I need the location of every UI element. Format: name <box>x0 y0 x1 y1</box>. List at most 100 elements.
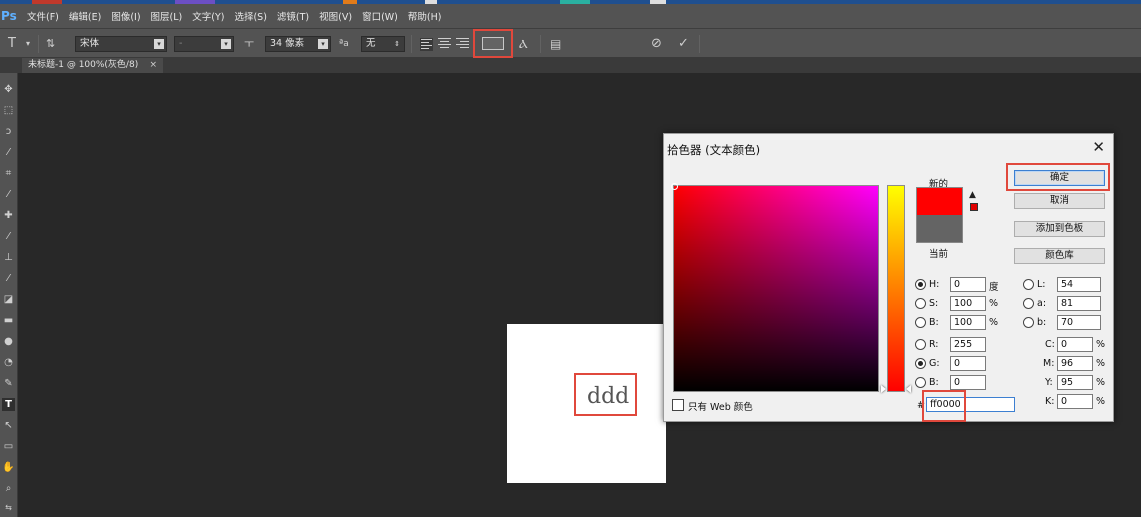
menu-filter[interactable]: 滤镜(T) <box>272 9 314 23</box>
hand-tool-icon[interactable]: ✋ <box>2 461 15 474</box>
hue-slider-handle-icon[interactable] <box>881 385 886 393</box>
eyedropper-tool-icon[interactable]: ⁄ <box>2 188 15 201</box>
out-of-gamut-warning-icon[interactable]: ▲ <box>969 191 979 200</box>
brightness-unit: % <box>989 317 999 328</box>
font-size-value: 34 像素 <box>270 38 305 49</box>
font-family-select[interactable]: 宋体 ▾ <box>75 36 167 52</box>
align-center-icon[interactable] <box>438 38 451 51</box>
radio-b[interactable] <box>1023 317 1034 328</box>
a-label: a: <box>1037 298 1047 309</box>
close-icon[interactable]: ✕ <box>1092 139 1105 155</box>
quick-select-tool-icon[interactable]: ⁄ <box>2 146 15 159</box>
menu-image[interactable]: 图像(I) <box>106 9 145 23</box>
lightness-field[interactable]: 54 <box>1057 277 1101 292</box>
menu-view[interactable]: 视图(V) <box>314 9 357 23</box>
color-marker[interactable] <box>671 183 678 190</box>
divider <box>699 35 700 53</box>
radio-green[interactable] <box>915 358 926 369</box>
orientation-toggle-icon[interactable]: ⇅ <box>46 36 55 52</box>
hue-field[interactable]: 0 <box>950 277 986 292</box>
rectangle-tool-icon[interactable]: ▭ <box>2 440 15 453</box>
font-style-select[interactable]: - ▾ <box>174 36 234 52</box>
black-label: K: <box>1045 396 1055 407</box>
font-size-select[interactable]: 34 像素 ▾ <box>265 36 331 52</box>
radio-a[interactable] <box>1023 298 1034 309</box>
eraser-tool-icon[interactable]: ◪ <box>2 293 15 306</box>
document-tab[interactable]: 未标题-1 @ 100%(灰色/8) × <box>22 58 163 73</box>
highlight-box <box>574 373 637 416</box>
highlight-box <box>473 29 513 58</box>
photoshop-logo: Ps <box>1 9 17 23</box>
black-field[interactable]: 0 <box>1057 394 1093 409</box>
antialias-value: 无 <box>366 38 376 49</box>
color-libraries-button[interactable]: 颜色库 <box>1014 248 1105 264</box>
b-field[interactable]: 70 <box>1057 315 1101 330</box>
align-right-icon[interactable] <box>456 38 469 51</box>
yellow-field[interactable]: 95 <box>1057 375 1093 390</box>
cancel-icon[interactable]: ⊘ <box>651 36 662 52</box>
a-field[interactable]: 81 <box>1057 296 1101 311</box>
swap-colors-icon[interactable]: ⇆ <box>2 501 15 514</box>
marquee-tool-icon[interactable]: ⬚ <box>2 104 15 117</box>
move-tool-icon[interactable]: ✥ <box>2 83 15 96</box>
brush-tool-icon[interactable]: ⁄ <box>2 230 15 243</box>
align-left-icon[interactable] <box>420 38 433 51</box>
history-brush-tool-icon[interactable]: ⁄ <box>2 272 15 285</box>
hue-slider-handle-icon[interactable] <box>906 385 911 393</box>
path-select-tool-icon[interactable]: ↖ <box>2 419 15 432</box>
blue-label: B: <box>929 377 939 388</box>
green-field[interactable]: 0 <box>950 356 986 371</box>
radio-saturation[interactable] <box>915 298 926 309</box>
tool-preset-chevron-icon[interactable]: ▾ <box>26 36 30 52</box>
menu-select[interactable]: 选择(S) <box>229 9 271 23</box>
hue-slider[interactable] <box>887 185 905 392</box>
radio-lightness[interactable] <box>1023 279 1034 290</box>
close-icon[interactable]: × <box>149 58 157 73</box>
saturation-unit: % <box>989 298 999 309</box>
cancel-button[interactable]: 取消 <box>1014 193 1105 209</box>
radio-red[interactable] <box>915 339 926 350</box>
type-tool-icon[interactable]: T <box>2 398 15 411</box>
radio-blue[interactable] <box>915 377 926 388</box>
web-colors-only-checkbox[interactable] <box>672 399 684 411</box>
menu-help[interactable]: 帮助(H) <box>403 9 447 23</box>
cyan-label: C: <box>1045 339 1055 350</box>
chevron-down-icon: ▾ <box>318 39 328 49</box>
document-canvas[interactable]: ddd <box>507 324 666 483</box>
commit-check-icon[interactable]: ✓ <box>678 36 689 52</box>
lasso-tool-icon[interactable]: ↄ <box>2 125 15 138</box>
menu-window[interactable]: 窗口(W) <box>357 9 403 23</box>
current-color-swatch[interactable] <box>916 215 963 243</box>
pen-tool-icon[interactable]: ✎ <box>2 377 15 390</box>
hue-label: H: <box>929 279 940 290</box>
red-label: R: <box>929 339 939 350</box>
saturation-field[interactable]: 100 <box>950 296 986 311</box>
menu-layer[interactable]: 图层(L) <box>146 9 188 23</box>
gradient-tool-icon[interactable]: ▬ <box>2 314 15 327</box>
add-to-swatches-button[interactable]: 添加到色板 <box>1014 221 1105 237</box>
menu-file[interactable]: 文件(F) <box>22 9 64 23</box>
blue-field[interactable]: 0 <box>950 375 986 390</box>
dodge-tool-icon[interactable]: ◔ <box>2 356 15 369</box>
magenta-field[interactable]: 96 <box>1057 356 1093 371</box>
red-field[interactable]: 255 <box>950 337 986 352</box>
clone-stamp-tool-icon[interactable]: ⊥ <box>2 251 15 264</box>
gamut-correction-swatch[interactable] <box>970 203 978 211</box>
yellow-label: Y: <box>1045 377 1053 388</box>
healing-brush-tool-icon[interactable]: ✚ <box>2 209 15 222</box>
cyan-field[interactable]: 0 <box>1057 337 1093 352</box>
radio-brightness[interactable] <box>915 317 926 328</box>
blur-tool-icon[interactable]: ● <box>2 335 15 348</box>
saturation-brightness-field[interactable] <box>671 183 879 392</box>
warp-text-icon[interactable]: Ⲁ <box>519 36 528 52</box>
antialias-icon: ªa <box>339 39 349 49</box>
brightness-field[interactable]: 100 <box>950 315 986 330</box>
type-tool-icon[interactable]: T <box>8 36 16 52</box>
menu-type[interactable]: 文字(Y) <box>187 9 229 23</box>
radio-hue[interactable] <box>915 279 926 290</box>
antialias-select[interactable]: 无 ⇕ <box>361 36 405 52</box>
menu-edit[interactable]: 编辑(E) <box>64 9 106 23</box>
crop-tool-icon[interactable]: ⌗ <box>2 167 15 180</box>
character-panel-icon[interactable]: ▤ <box>550 36 561 52</box>
zoom-tool-icon[interactable]: ⌕ <box>2 482 15 495</box>
